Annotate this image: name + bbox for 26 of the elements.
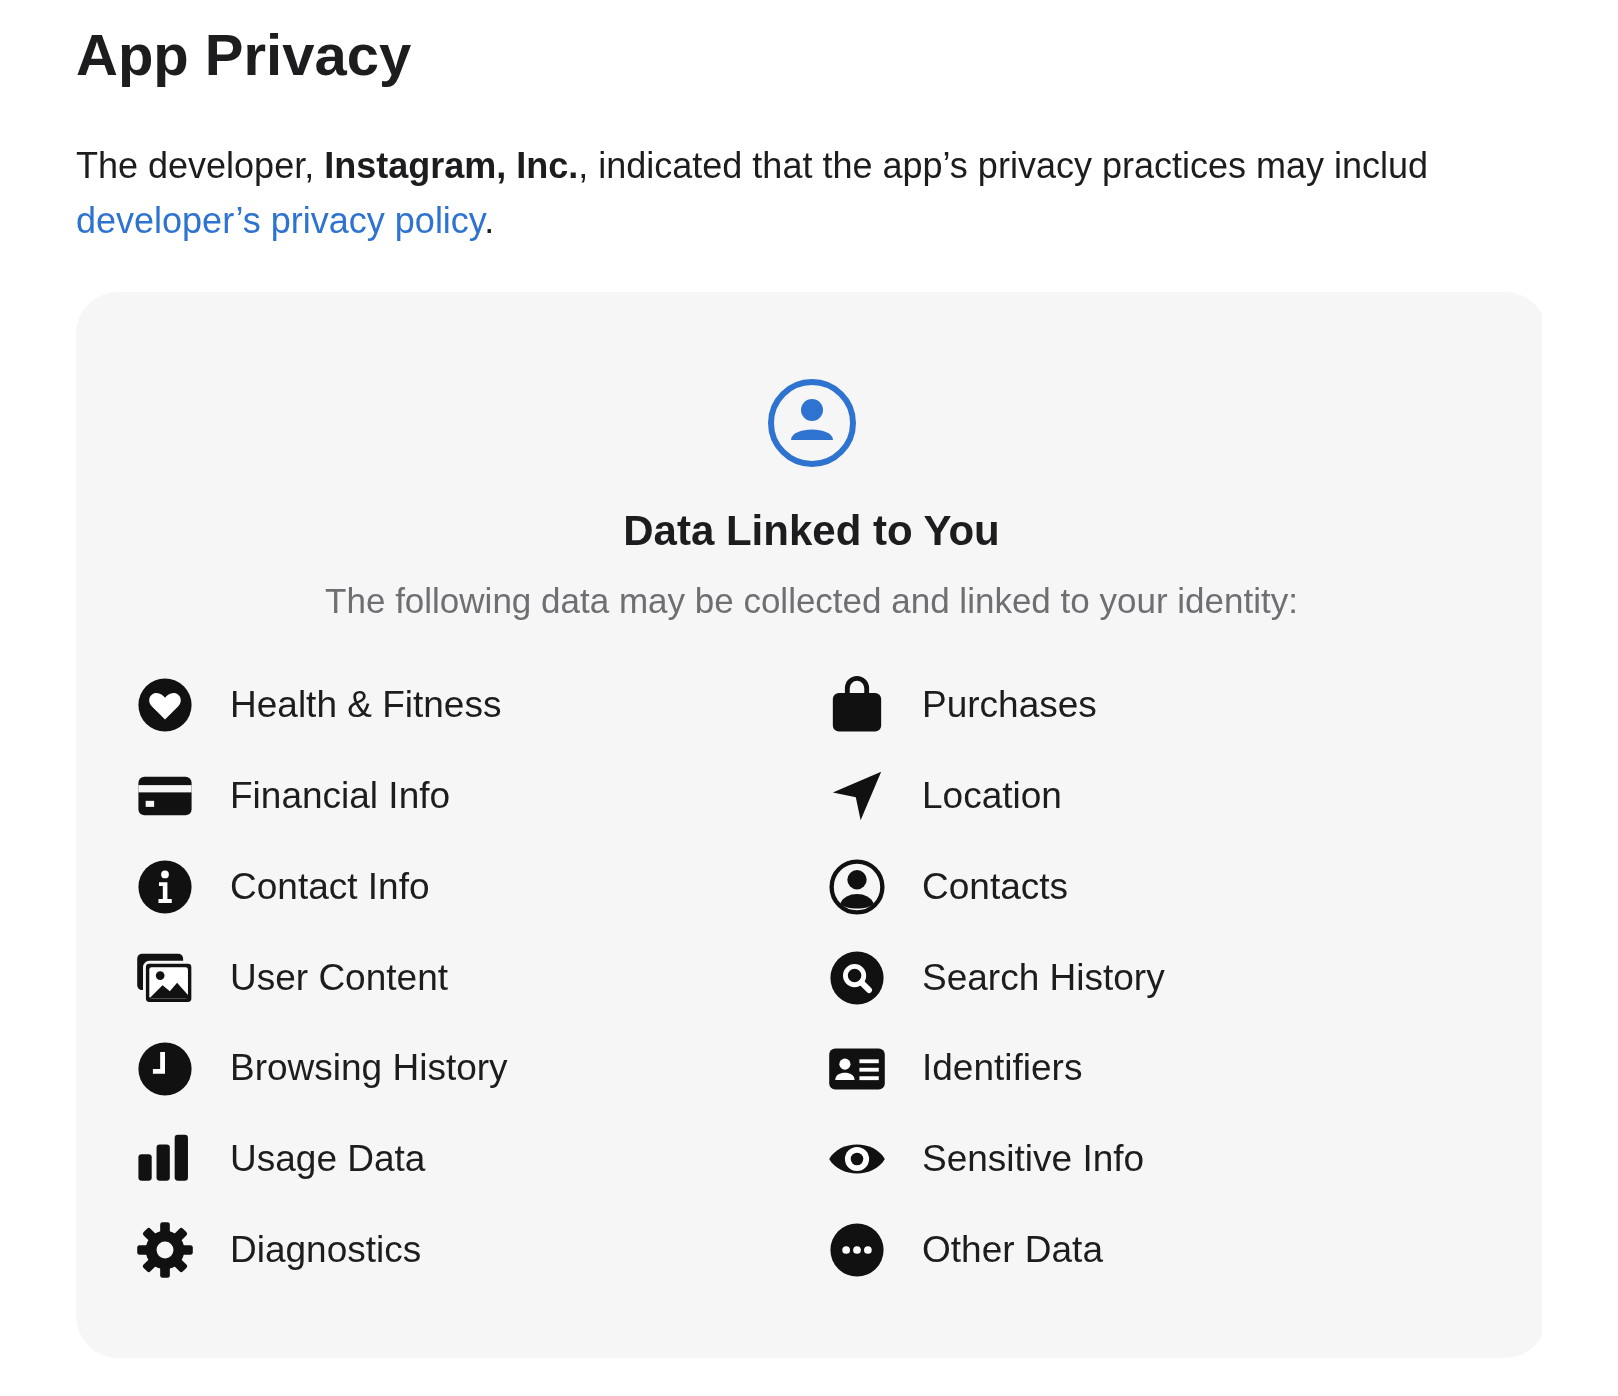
page-title: App Privacy <box>76 21 412 89</box>
data-type-label: User Content <box>230 955 448 1000</box>
gear-icon <box>136 1221 194 1280</box>
data-type-label: Identifiers <box>922 1046 1083 1091</box>
card-subtitle: The following data may be collected and linked to your identity: <box>325 580 1298 622</box>
data-type-label: Usage Data <box>230 1137 426 1182</box>
data-type-label: Diagnostics <box>230 1227 422 1272</box>
intro-text: The developer, Instagram, Inc., indicated that the app’s privacy practices may includ developer’s privacy policy. <box>76 143 1429 243</box>
info-icon <box>136 857 194 916</box>
clock-icon <box>136 1039 194 1098</box>
search-icon <box>828 948 886 1007</box>
person-icon <box>828 857 886 916</box>
person-icon <box>766 377 857 468</box>
data-type-label: Contact Info <box>230 864 430 909</box>
data-type-label: Search History <box>922 955 1165 1000</box>
data-type-label: Health & Fitness <box>230 683 502 728</box>
data-type-label: Financial Info <box>230 774 451 818</box>
data-type-label: Sensitive Info <box>922 1137 1145 1182</box>
data-type-label: Browsing History <box>230 1046 508 1091</box>
data-type-label: Location <box>922 774 1062 818</box>
card-heading: Data Linked to You <box>623 505 1000 556</box>
privacy-policy-link[interactable]: developer’s privacy policy <box>76 199 485 241</box>
data-type-label: Purchases <box>922 683 1097 728</box>
data-type-label: Other Data <box>922 1227 1103 1272</box>
data-type-label: Contacts <box>922 864 1068 909</box>
ellipsis-icon <box>828 1221 886 1280</box>
